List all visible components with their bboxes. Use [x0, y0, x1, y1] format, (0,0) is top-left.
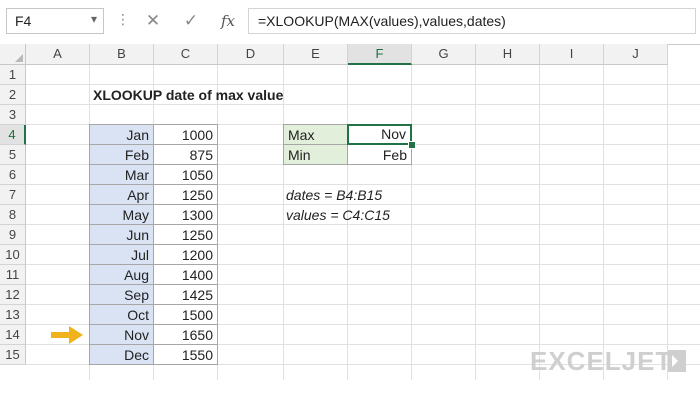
sheet-title: XLOOKUP date of max value: [93, 87, 284, 103]
date-cell[interactable]: Mar: [89, 165, 154, 185]
insert-function-icon[interactable]: fx: [217, 8, 239, 34]
date-cell[interactable]: Nov: [89, 325, 154, 345]
name-box[interactable]: F4 ▾: [6, 8, 104, 34]
gridline-vertical: [283, 65, 284, 380]
row-header-9[interactable]: 9: [0, 225, 26, 245]
column-header-b[interactable]: B: [90, 44, 154, 65]
column-header-a[interactable]: A: [26, 44, 90, 65]
value-cell[interactable]: 1400: [154, 265, 218, 285]
cancel-icon[interactable]: ✕: [142, 8, 164, 34]
date-cell[interactable]: May: [89, 205, 154, 225]
row-header-10[interactable]: 10: [0, 245, 26, 265]
min-label[interactable]: Min: [283, 144, 348, 165]
value-cell[interactable]: 875: [154, 145, 218, 165]
gridline-vertical: [539, 65, 540, 380]
value-cell[interactable]: 1250: [154, 185, 218, 205]
column-header-g[interactable]: G: [412, 44, 476, 65]
column-header-f[interactable]: F: [348, 44, 412, 65]
date-cell[interactable]: Feb: [89, 145, 154, 165]
value-cell[interactable]: 1425: [154, 285, 218, 305]
formula-input[interactable]: =XLOOKUP(MAX(values),values,dates): [248, 8, 696, 34]
min-result-cell[interactable]: Feb: [347, 144, 412, 165]
logo-text: EXCELJET: [530, 346, 673, 376]
date-cell[interactable]: Dec: [89, 345, 154, 365]
date-cell[interactable]: Sep: [89, 285, 154, 305]
column-header-j[interactable]: J: [604, 44, 668, 65]
chevron-down-icon[interactable]: ▾: [91, 12, 97, 26]
row-header-5[interactable]: 5: [0, 145, 26, 165]
value-cell[interactable]: 1650: [154, 325, 218, 345]
max-result-cell[interactable]: Nov: [347, 124, 412, 145]
value-cell[interactable]: 1550: [154, 345, 218, 365]
row-header-15[interactable]: 15: [0, 345, 26, 365]
more-options-icon[interactable]: ⋮: [116, 11, 131, 28]
column-header-c[interactable]: C: [154, 44, 218, 65]
select-all-corner[interactable]: [0, 44, 26, 65]
date-cell[interactable]: Jun: [89, 225, 154, 245]
value-cell[interactable]: 1050: [154, 165, 218, 185]
column-header-e[interactable]: E: [284, 44, 348, 65]
row-header-2[interactable]: 2: [0, 85, 26, 105]
gridline-vertical: [667, 65, 668, 380]
column-header-h[interactable]: H: [476, 44, 540, 65]
column-header-d[interactable]: D: [218, 44, 284, 65]
select-all-icon: [15, 54, 23, 62]
value-cell[interactable]: 1300: [154, 205, 218, 225]
formula-bar: F4 ▾ ⋮ ✕ ✓ fx =XLOOKUP(MAX(values),value…: [0, 0, 700, 45]
date-cell[interactable]: Jan: [89, 124, 154, 145]
row-header-7[interactable]: 7: [0, 185, 26, 205]
fill-handle[interactable]: [408, 141, 416, 149]
name-box-value: F4: [15, 13, 32, 29]
row-header-13[interactable]: 13: [0, 305, 26, 325]
date-cell[interactable]: Apr: [89, 185, 154, 205]
value-cell[interactable]: 1500: [154, 305, 218, 325]
row-header-1[interactable]: 1: [0, 65, 26, 85]
gridline-vertical: [603, 65, 604, 380]
date-cell[interactable]: Oct: [89, 305, 154, 325]
enter-icon[interactable]: ✓: [180, 8, 202, 34]
value-cell[interactable]: 1250: [154, 225, 218, 245]
row-header-3[interactable]: 3: [0, 105, 26, 125]
row-header-8[interactable]: 8: [0, 205, 26, 225]
named-range-dates: dates = B4:B15: [286, 187, 383, 203]
row-header-12[interactable]: 12: [0, 285, 26, 305]
row-header-11[interactable]: 11: [0, 265, 26, 285]
arrow-right-icon: [51, 326, 83, 344]
logo-mark-icon: [668, 350, 686, 372]
row-header-14[interactable]: 14: [0, 325, 26, 345]
date-cell[interactable]: Aug: [89, 265, 154, 285]
formula-text: =XLOOKUP(MAX(values),values,dates): [258, 13, 506, 29]
row-header-6[interactable]: 6: [0, 165, 26, 185]
date-cell[interactable]: Jul: [89, 245, 154, 265]
value-cell[interactable]: 1200: [154, 245, 218, 265]
column-header-i[interactable]: I: [540, 44, 604, 65]
named-range-values: values = C4:C15: [286, 207, 390, 223]
row-header-4[interactable]: 4: [0, 125, 26, 145]
max-label[interactable]: Max: [283, 124, 348, 145]
value-cell[interactable]: 1000: [154, 124, 218, 145]
